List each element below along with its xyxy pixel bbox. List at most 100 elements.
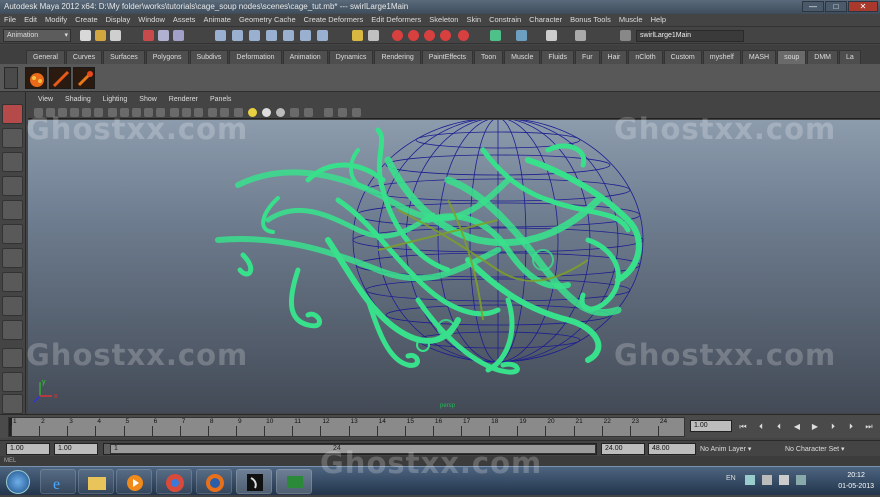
select-hierarchy-icon[interactable] <box>143 30 154 41</box>
panel-menu-lighting[interactable]: Lighting <box>97 94 134 106</box>
tool-settings-panel-icon[interactable] <box>352 108 361 117</box>
shelf-tab-dmm[interactable]: DMM <box>807 50 839 64</box>
menu-bonus-tools[interactable]: Bonus Tools <box>566 14 615 26</box>
symmetry-icon[interactable] <box>338 108 347 117</box>
recorder-app-icon[interactable] <box>276 469 312 494</box>
current-frame-field[interactable]: 1.00 <box>690 420 732 432</box>
rotate-tool-icon[interactable] <box>2 200 23 220</box>
snap-curve-icon[interactable] <box>232 30 243 41</box>
language-indicator[interactable]: EN <box>726 475 736 482</box>
menu-help[interactable]: Help <box>647 14 670 26</box>
soup-stick-icon[interactable] <box>49 67 71 89</box>
tray-flag-icon[interactable] <box>745 475 755 485</box>
shelf-tab-deformation[interactable]: Deformation <box>229 50 282 64</box>
shelf-tab-myshelf[interactable]: myshelf <box>702 50 741 64</box>
minimize-button[interactable]: — <box>802 1 824 12</box>
soft-mod-icon[interactable] <box>2 272 23 292</box>
select-object-icon[interactable] <box>158 30 169 41</box>
tray-network-icon[interactable] <box>762 475 772 485</box>
menu-skeleton[interactable]: Skeleton <box>425 14 462 26</box>
go-to-start-icon[interactable]: ⏮ <box>738 422 748 432</box>
manipulator-icon[interactable] <box>2 248 23 268</box>
shelf-tab-subdivs[interactable]: Subdivs <box>189 50 229 64</box>
shelf-tab-curves[interactable]: Curves <box>65 50 103 64</box>
menu-geometry-cache[interactable]: Geometry Cache <box>235 14 300 26</box>
shelf-tab-toon[interactable]: Toon <box>473 50 504 64</box>
menu-set-dropdown[interactable]: Animation ▾ <box>3 29 71 42</box>
media-player-icon[interactable] <box>116 469 152 494</box>
last-tool-icon[interactable] <box>2 296 23 316</box>
use-all-lights-icon[interactable] <box>248 108 257 117</box>
end-time-field[interactable]: 48.00 <box>648 443 696 455</box>
shelf-tab-hair[interactable]: Hair <box>600 50 628 64</box>
shelf-tab-surfaces[interactable]: Surfaces <box>103 50 145 64</box>
character-set-dropdown[interactable]: No Character Set ▾ <box>785 444 867 455</box>
paint-select-icon[interactable] <box>2 152 23 172</box>
play-forwards-icon[interactable]: ▶ <box>810 422 820 432</box>
shelf-tab-mash[interactable]: MASH <box>741 50 777 64</box>
panel-menu-shading[interactable]: Shading <box>59 94 97 106</box>
play-backwards-icon[interactable]: ◀ <box>792 422 802 432</box>
shelf-tab-animation[interactable]: Animation <box>282 50 328 64</box>
menu-window[interactable]: Window <box>134 14 169 26</box>
construction-history-icon[interactable] <box>352 30 363 41</box>
chrome-icon[interactable] <box>156 469 192 494</box>
render-globals-icon[interactable] <box>458 30 469 41</box>
menu-create[interactable]: Create <box>71 14 102 26</box>
shelf-menu-icon[interactable] <box>4 67 18 89</box>
soup-plug-icon[interactable] <box>73 67 95 89</box>
tray-power-icon[interactable] <box>796 475 806 485</box>
channel-box-icon[interactable] <box>516 30 527 41</box>
ipr-render-icon[interactable] <box>408 30 419 41</box>
hypershade-icon[interactable] <box>440 30 451 41</box>
time-slider-track[interactable]: 1 2 3 4 5 6 7 8 9 10 11 12 13 14 15 16 17 18 19 20 21 22 23 24 <box>8 417 685 437</box>
playback-end-field[interactable]: 24.00 <box>601 443 645 455</box>
tray-volume-icon[interactable] <box>779 475 789 485</box>
name-field-mode-icon[interactable] <box>620 30 631 41</box>
select-tool-icon[interactable] <box>2 104 23 124</box>
shelf-tab-soup[interactable]: soup <box>777 50 807 64</box>
snap-grid-icon[interactable] <box>215 30 226 41</box>
menu-muscle[interactable]: Muscle <box>615 14 647 26</box>
panel-menu-panels[interactable]: Panels <box>204 94 237 106</box>
tool-settings-icon[interactable] <box>546 30 557 41</box>
shelf-tab-rendering[interactable]: Rendering <box>374 50 421 64</box>
menu-animate[interactable]: Animate <box>199 14 235 26</box>
start-button[interactable] <box>6 470 30 494</box>
shelf-tab-general[interactable]: General <box>26 50 65 64</box>
panel-menu-view[interactable]: View <box>32 94 59 106</box>
snap-point-icon[interactable] <box>249 30 260 41</box>
shelf-tab-polygons[interactable]: Polygons <box>145 50 189 64</box>
playback-start-field[interactable]: 1.00 <box>54 443 98 455</box>
menu-file[interactable]: File <box>0 14 20 26</box>
menu-character[interactable]: Character <box>525 14 566 26</box>
anim-layer-dropdown[interactable]: No Anim Layer ▾ <box>700 444 780 455</box>
single-perspective-layout-icon[interactable] <box>2 348 23 368</box>
go-to-end-icon[interactable]: ⏭ <box>864 422 874 432</box>
scale-tool-icon[interactable] <box>2 224 23 244</box>
panel-menu-show[interactable]: Show <box>133 94 163 106</box>
snap-view-plane-icon[interactable] <box>266 30 277 41</box>
high-quality-icon[interactable] <box>276 108 285 117</box>
shelf-tab-muscle[interactable]: Muscle <box>504 50 541 64</box>
shelf-tab-ncloth[interactable]: nCloth <box>628 50 663 64</box>
input-ops-icon[interactable] <box>317 30 328 41</box>
maya-app-icon[interactable] <box>236 469 272 494</box>
move-tool-icon[interactable] <box>2 176 23 196</box>
menu-skin[interactable]: Skin <box>462 14 485 26</box>
step-forward-key-icon[interactable]: ⏵ <box>828 422 838 432</box>
shelf-tab-fluids[interactable]: Fluids <box>541 50 575 64</box>
shelf-tab-custom[interactable]: Custom <box>663 50 702 64</box>
internet-explorer-icon[interactable]: e <box>40 469 76 494</box>
maximize-button[interactable]: □ <box>825 1 847 12</box>
xray-joints-icon[interactable] <box>304 108 313 117</box>
lasso-tool-icon[interactable] <box>2 128 23 148</box>
shelf-tab-la[interactable]: La <box>839 50 861 64</box>
camera-bookmark-icon[interactable] <box>324 108 333 117</box>
outliner-layout-icon[interactable] <box>2 394 23 414</box>
start-time-field[interactable]: 1.00 <box>6 443 50 455</box>
shadows-icon[interactable] <box>262 108 271 117</box>
attribute-editor-icon[interactable] <box>490 30 501 41</box>
panel-menu-renderer[interactable]: Renderer <box>163 94 204 106</box>
step-back-icon[interactable]: ⏴ <box>756 422 766 432</box>
